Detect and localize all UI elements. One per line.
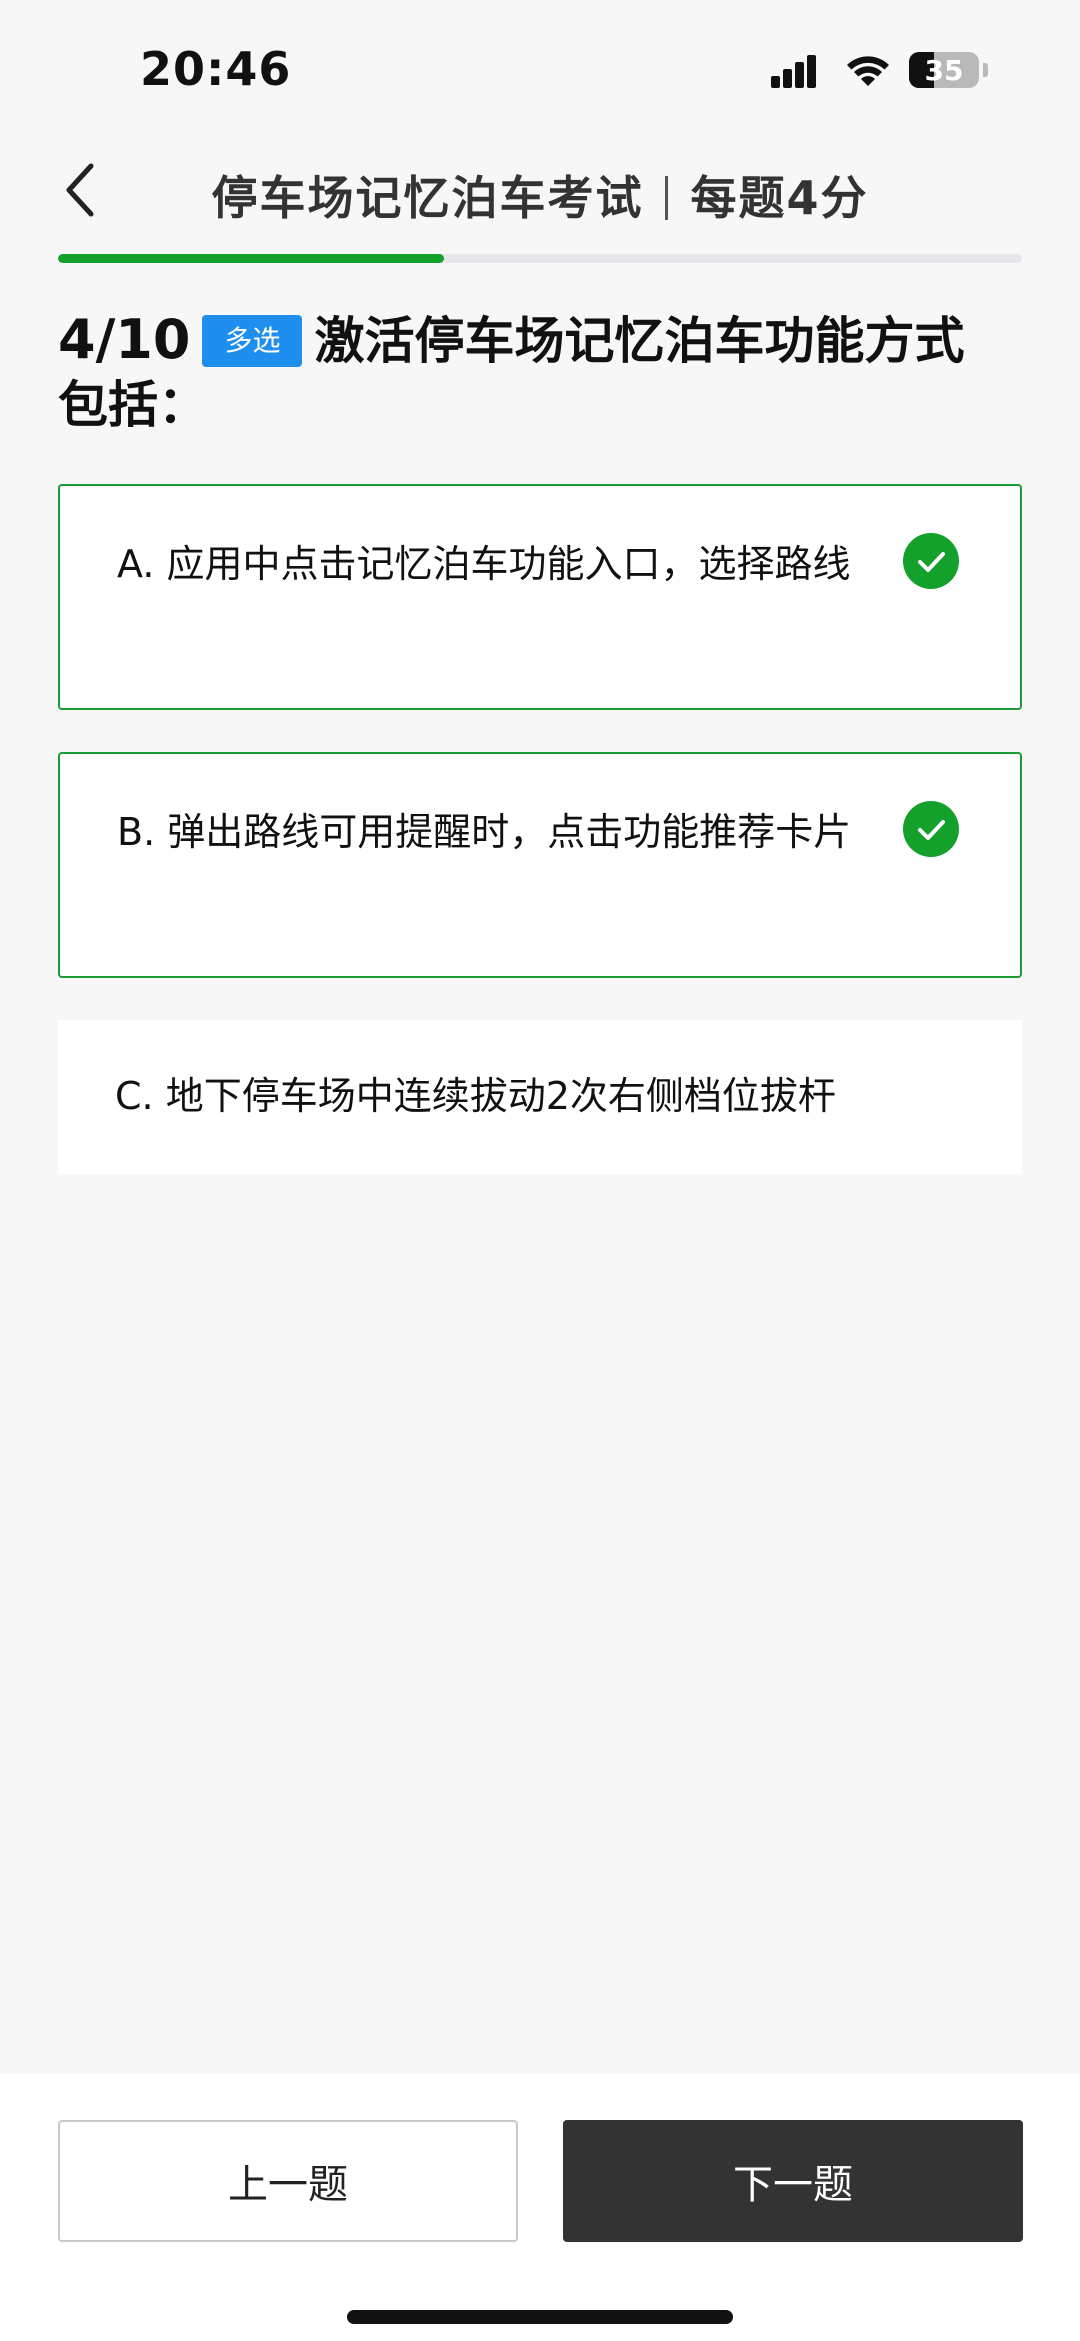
option-label: A. 应用中点击记忆泊车功能入口，选择路线 bbox=[117, 542, 851, 586]
question-type-badge: 多选 bbox=[202, 315, 303, 367]
battery-icon: 35 bbox=[909, 52, 979, 88]
signal-icon bbox=[771, 55, 816, 88]
progress-bar bbox=[58, 254, 1022, 263]
check-icon bbox=[903, 533, 959, 589]
header: 停车场记忆泊车考试 每题4分 bbox=[0, 140, 1080, 240]
score-per-question: 每题4分 bbox=[690, 171, 869, 225]
home-indicator[interactable] bbox=[347, 2310, 733, 2324]
title-divider bbox=[665, 176, 669, 220]
option-c[interactable]: C. 地下停车场中连续拔动2次右侧档位拔杆 bbox=[58, 1020, 1022, 1174]
battery-level: 35 bbox=[924, 53, 964, 87]
status-time: 20:46 bbox=[140, 42, 292, 96]
option-a[interactable]: A. 应用中点击记忆泊车功能入口，选择路线 bbox=[58, 484, 1022, 710]
exam-title: 停车场记忆泊车考试 bbox=[211, 171, 644, 225]
status-icons: 35 bbox=[771, 52, 988, 88]
bottom-bar: 上一题 下一题 bbox=[0, 2074, 1080, 2341]
option-label: B. 弹出路线可用提醒时，点击功能推荐卡片 bbox=[117, 810, 852, 854]
next-question-button[interactable]: 下一题 bbox=[563, 2120, 1023, 2242]
question: 4/10 多选 激活停车场记忆泊车功能方式包括： bbox=[58, 308, 998, 437]
status-bar: 20:46 35 bbox=[0, 0, 1080, 140]
prev-question-button[interactable]: 上一题 bbox=[58, 2120, 518, 2242]
progress-fill bbox=[58, 254, 444, 263]
battery-cap bbox=[983, 63, 988, 77]
page-title: 停车场记忆泊车考试 每题4分 bbox=[0, 162, 1080, 228]
question-number: 4/10 bbox=[58, 308, 191, 371]
wifi-icon bbox=[847, 56, 889, 86]
check-icon bbox=[903, 801, 959, 857]
question-text: 激活停车场记忆泊车功能方式包括： bbox=[58, 312, 965, 434]
option-label: C. 地下停车场中连续拔动2次右侧档位拔杆 bbox=[115, 1074, 836, 1118]
option-b[interactable]: B. 弹出路线可用提醒时，点击功能推荐卡片 bbox=[58, 752, 1022, 978]
